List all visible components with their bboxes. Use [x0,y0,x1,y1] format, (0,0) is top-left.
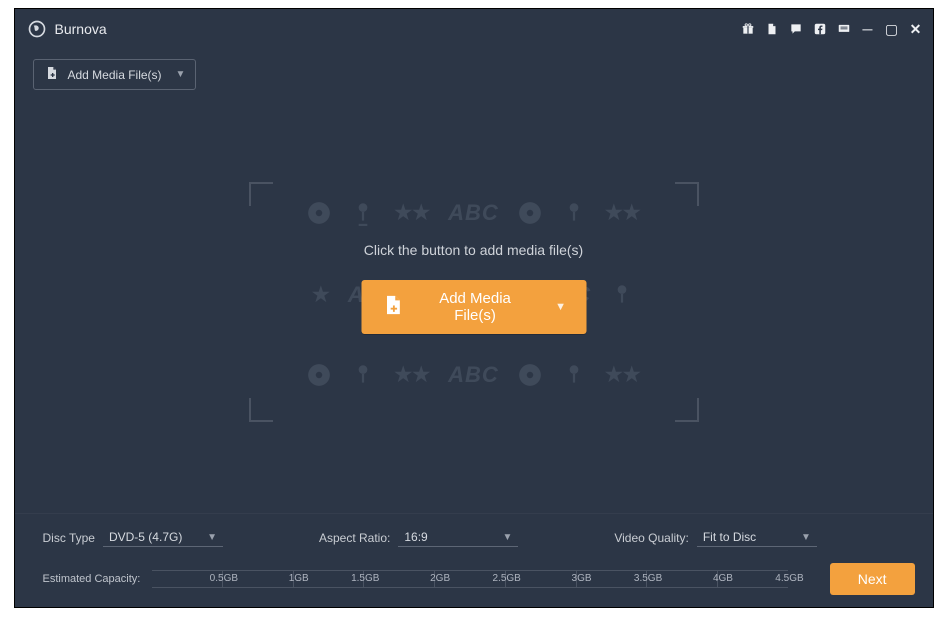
disc-type-select[interactable]: DVD-5 (4.7G) ▼ [103,528,223,547]
corner-decoration [249,398,273,422]
footer: Disc Type DVD-5 (4.7G) ▼ Aspect Ratio: 1… [15,514,933,607]
aspect-ratio-select[interactable]: 16:9 ▼ [398,528,518,547]
next-button[interactable]: Next [830,563,915,595]
titlebar-right: ─ ▢ ✕ [741,22,923,36]
next-button-label: Next [858,571,887,587]
disc-type-group: Disc Type DVD-5 (4.7G) ▼ [43,528,223,547]
toolbar: Add Media File(s) ▼ [15,49,933,90]
video-quality-select[interactable]: Fit to Disc ▼ [697,528,817,547]
capacity-tick: 1.5GB [294,571,365,587]
app-window: Burnova ─ ▢ ✕ Add Media File(s) ▼ [14,8,934,608]
capacity-tick: 4GB [647,571,718,587]
add-media-button-small[interactable]: Add Media File(s) ▼ [33,59,197,90]
background-watermark-row: ★★ ABC ★★ [249,200,699,226]
background-watermark-row: ★★ ABC ★★ [249,362,699,388]
app-logo-icon [27,19,47,39]
main-area: ★★ ABC ★★ ★ ABC ★ ABC ★★ ABC [15,90,933,513]
document-icon[interactable] [765,22,779,36]
titlebar-left: Burnova [27,19,107,39]
chevron-down-icon: ▼ [502,532,512,543]
chevron-down-icon: ▼ [801,532,811,543]
corner-decoration [249,182,273,206]
capacity-tick: 3.5GB [577,571,648,587]
disc-type-label: Disc Type [43,531,95,545]
capacity-tick-label: 4.5GB [775,573,803,584]
close-icon[interactable]: ✕ [909,22,923,36]
aspect-ratio-value: 16:9 [404,530,427,544]
app-title: Burnova [55,21,107,37]
corner-decoration [675,182,699,206]
capacity-tick: 2GB [364,571,435,587]
video-quality-value: Fit to Disc [703,530,756,544]
capacity-bar: 0.5GB1GB1.5GB2GB2.5GB3GB3.5GB4GB4.5GB [152,570,787,588]
chat-icon[interactable] [789,22,803,36]
add-media-button-small-label: Add Media File(s) [68,68,162,82]
video-quality-label: Video Quality: [614,531,689,545]
minimize-icon[interactable]: ─ [861,22,875,36]
chevron-down-icon: ▼ [207,532,217,543]
capacity-tick: 0.5GB [152,571,223,587]
capacity-label: Estimated Capacity: [43,573,141,585]
capacity-tick: 3GB [506,571,577,587]
capacity-row: Estimated Capacity: 0.5GB1GB1.5GB2GB2.5G… [43,563,915,595]
chevron-down-icon: ▼ [555,301,566,313]
aspect-ratio-group: Aspect Ratio: 16:9 ▼ [319,528,518,547]
capacity-tick: 4.5GB [718,571,788,587]
aspect-ratio-label: Aspect Ratio: [319,531,390,545]
titlebar: Burnova ─ ▢ ✕ [15,9,933,49]
drop-zone[interactable]: ★★ ABC ★★ ★ ABC ★ ABC ★★ ABC [249,182,699,422]
options-row: Disc Type DVD-5 (4.7G) ▼ Aspect Ratio: 1… [43,528,915,547]
add-file-icon [44,65,60,84]
drop-zone-prompt: Click the button to add media file(s) [249,242,699,258]
add-media-button-large[interactable]: Add Media File(s) ▼ [361,280,586,334]
gift-icon[interactable] [741,22,755,36]
capacity-tick: 1GB [223,571,294,587]
chevron-down-icon: ▼ [176,69,186,80]
add-file-icon [381,294,403,320]
corner-decoration [675,398,699,422]
disc-type-value: DVD-5 (4.7G) [109,530,182,544]
feedback-icon[interactable] [837,22,851,36]
video-quality-group: Video Quality: Fit to Disc ▼ [614,528,817,547]
maximize-icon[interactable]: ▢ [885,22,899,36]
capacity-tick: 2.5GB [435,571,506,587]
add-media-button-large-label: Add Media File(s) [417,290,533,324]
facebook-icon[interactable] [813,22,827,36]
